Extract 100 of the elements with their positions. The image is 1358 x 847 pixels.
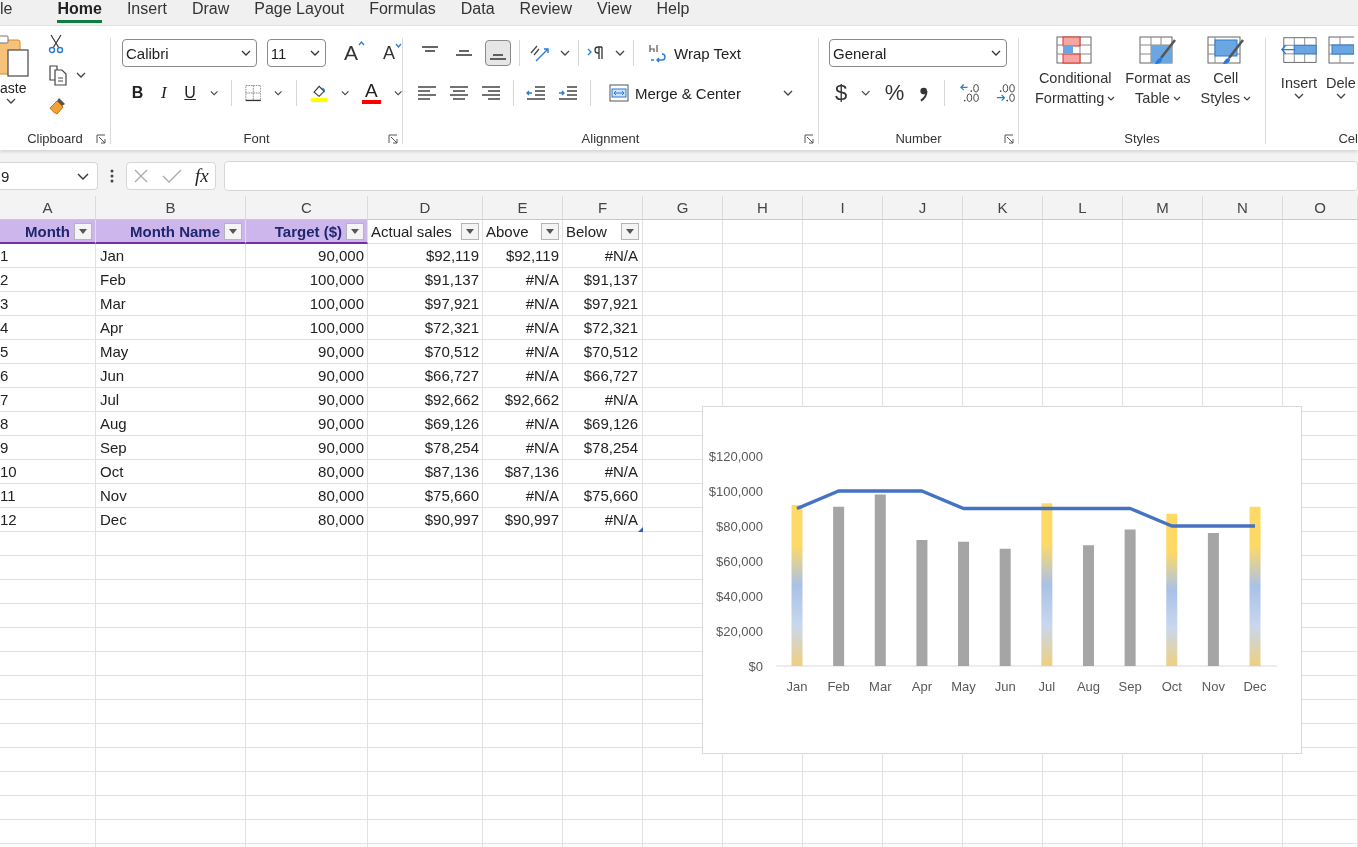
bold-button[interactable]: B: [131, 84, 145, 102]
column-header[interactable]: H: [723, 196, 803, 220]
ribbon-tab[interactable]: Insert: [126, 0, 167, 23]
wrap-text-button[interactable]: Wrap Text: [648, 43, 741, 63]
ribbon-tab[interactable]: Help: [656, 0, 690, 23]
paintbrush-icon[interactable]: [48, 96, 68, 116]
ribbon-tab[interactable]: Page Layout: [254, 0, 345, 23]
triangle-down-icon: [79, 228, 87, 234]
filter-dropdown-button[interactable]: [224, 222, 242, 240]
x-axis-label: May: [951, 679, 976, 694]
caret-down-icon: [395, 42, 402, 48]
column-header[interactable]: G: [643, 196, 723, 220]
table-cell-text: 90,000: [317, 390, 365, 410]
filter-dropdown-button[interactable]: [346, 222, 364, 240]
increase-font-size-button[interactable]: A: [343, 41, 365, 65]
column-header[interactable]: K: [963, 196, 1043, 220]
borders-icon[interactable]: [244, 83, 262, 103]
x-axis-label: Aug: [1076, 679, 1101, 694]
filter-dropdown-button[interactable]: [461, 223, 479, 240]
styles-button[interactable]: Cell Styles: [1200, 36, 1252, 126]
insert-function-button[interactable]: fx: [194, 165, 209, 187]
column-header[interactable]: O: [1283, 196, 1358, 220]
chevron-down-icon[interactable]: [615, 50, 625, 56]
column-header[interactable]: L: [1043, 196, 1123, 220]
formula-input[interactable]: [224, 161, 1358, 191]
decrease-font-size-button[interactable]: A: [383, 42, 402, 64]
table-cell-text: #N/A: [603, 390, 638, 410]
copy-icon[interactable]: [48, 64, 68, 86]
ribbon-tab[interactable]: Review: [519, 0, 573, 23]
underline-button[interactable]: U: [183, 84, 197, 102]
group-label: Font: [243, 130, 270, 146]
column-header[interactable]: I: [803, 196, 883, 220]
chevron-down-icon: [309, 50, 320, 56]
dialog-launcher-icon[interactable]: [388, 134, 398, 144]
chevron-down-icon[interactable]: [340, 90, 350, 96]
chevron-down-icon: [991, 50, 1001, 56]
chevron-down-icon[interactable]: [76, 72, 86, 78]
chevron-down-icon: [240, 50, 251, 56]
horizontal-align-icon[interactable]: [417, 85, 437, 101]
checkmark-icon[interactable]: [162, 168, 183, 184]
table-resize-handle[interactable]: [638, 527, 643, 532]
vertical-align-button[interactable]: [485, 40, 511, 66]
table-cell-text: Oct: [99, 462, 125, 482]
group-label: Cel: [1338, 130, 1358, 146]
percent-style-button[interactable]: %: [884, 80, 905, 106]
italic-button[interactable]: I: [157, 83, 171, 103]
dialog-launcher-icon[interactable]: [804, 134, 814, 144]
font-name-dropdown[interactable]: Calibri: [122, 39, 257, 67]
font-size-dropdown[interactable]: 11: [266, 39, 326, 67]
column-header[interactable]: M: [1123, 196, 1203, 220]
insert-button[interactable]: Insert: [1280, 36, 1318, 126]
ribbon-tab[interactable]: Draw: [191, 0, 230, 23]
filter-dropdown-button[interactable]: [621, 223, 639, 240]
y-axis-label: $100,000: [708, 484, 763, 499]
table-cell-text: 80,000: [317, 486, 365, 506]
increase-decimal-icon[interactable]: [958, 82, 982, 104]
ribbon-tab[interactable]: Data: [460, 0, 495, 23]
ribbon-tab[interactable]: Formulas: [369, 0, 436, 23]
font-color-button[interactable]: A: [362, 82, 381, 104]
table-cell-text: $75,660: [582, 486, 638, 506]
dialog-launcher-icon[interactable]: [1004, 134, 1014, 144]
merge-center-button[interactable]: Merge & Center: [609, 84, 741, 102]
triangle-down-icon: [546, 229, 554, 234]
styles-button[interactable]: Format as Table: [1125, 36, 1191, 126]
chart-area[interactable]: $0 $20,000 $40,000 $60,000 $80,000 $100,000 $120,000 Jan Feb Mar Apr May Jun Jul Aug Sep Oct Nov Dec: [702, 406, 1302, 754]
triangle-down-icon: [351, 228, 359, 234]
table-cell-text: #N/A: [603, 246, 638, 266]
ribbon-tab[interactable]: Home: [57, 0, 102, 23]
insert-cells-icon: [1280, 36, 1318, 66]
chevron-down-icon[interactable]: [861, 90, 871, 96]
table-cell-text: $75,660: [423, 486, 480, 506]
styles-button[interactable]: Conditional Formatting: [1035, 36, 1116, 126]
chevron-down-icon[interactable]: [560, 50, 570, 56]
name-box[interactable]: 9: [0, 162, 98, 190]
more-options-icon[interactable]: [110, 169, 114, 183]
chevron-down-icon[interactable]: [782, 90, 793, 96]
decrease-indent-icon[interactable]: [526, 85, 546, 101]
chevron-down-icon[interactable]: [393, 90, 402, 96]
filter-dropdown-button[interactable]: [541, 223, 559, 240]
column-header[interactable]: J: [883, 196, 963, 220]
currency-format-button[interactable]: $: [835, 80, 848, 106]
number-format-dropdown[interactable]: General: [829, 39, 1007, 67]
x-axis-label: Sep: [1118, 679, 1142, 694]
paste-button[interactable]: aste: [0, 34, 34, 126]
table-cell-text: $91,137: [582, 270, 638, 290]
ribbon-tab[interactable]: le: [0, 0, 13, 23]
filter-dropdown-button[interactable]: [74, 222, 92, 240]
delete-button[interactable]: Dele: [1326, 36, 1356, 126]
increase-indent-icon[interactable]: [558, 85, 578, 101]
scissors-icon[interactable]: [48, 34, 64, 54]
ribbon-tab[interactable]: View: [597, 0, 632, 23]
column-header[interactable]: N: [1203, 196, 1283, 220]
horizontal-align-icon[interactable]: [481, 85, 501, 101]
chevron-down-icon[interactable]: [209, 90, 219, 96]
text-orientation-icon[interactable]: [528, 43, 552, 63]
table-cell-text: Sep: [99, 438, 128, 458]
table-cell-text: 9: [0, 438, 10, 458]
chevron-down-icon[interactable]: [274, 90, 283, 96]
dialog-launcher-icon[interactable]: [96, 134, 106, 144]
horizontal-align-icon[interactable]: [449, 85, 469, 101]
